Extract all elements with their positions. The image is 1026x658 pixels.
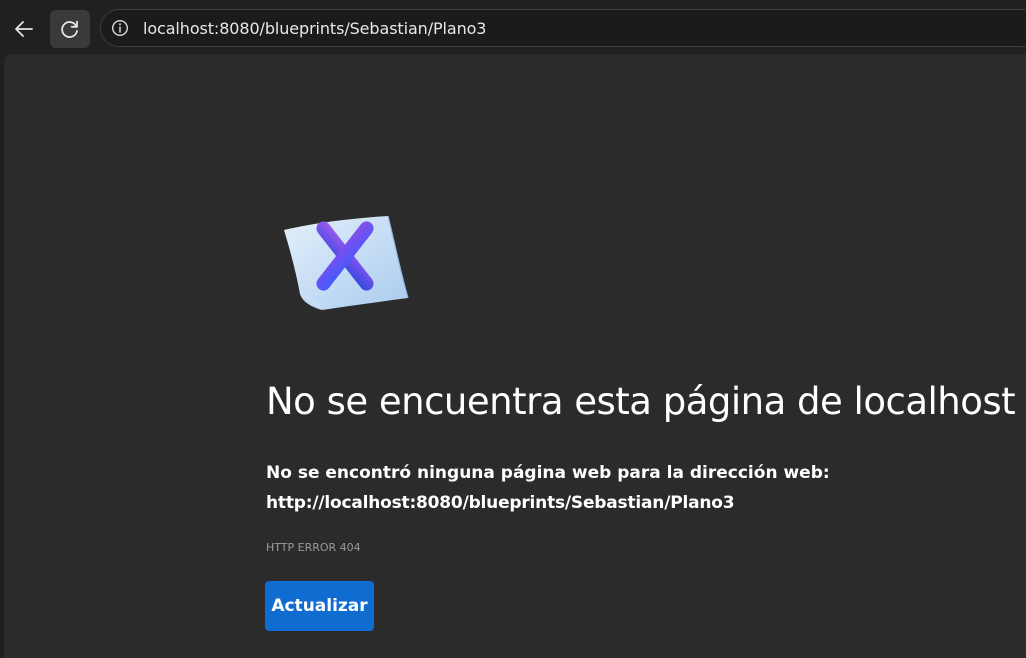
reload-button[interactable] bbox=[50, 10, 90, 48]
browser-toolbar: localhost:8080/blueprints/Sebastian/Plan… bbox=[0, 0, 1026, 56]
page-content bbox=[4, 54, 1026, 658]
back-button[interactable] bbox=[4, 10, 44, 48]
reload-page-button[interactable]: Actualizar bbox=[265, 581, 374, 631]
error-url: http://localhost:8080/blueprints/Sebasti… bbox=[266, 493, 735, 513]
info-icon[interactable] bbox=[111, 19, 129, 37]
error-document-x-icon bbox=[278, 210, 414, 314]
error-code: HTTP ERROR 404 bbox=[266, 541, 361, 554]
url-text[interactable]: localhost:8080/blueprints/Sebastian/Plan… bbox=[143, 19, 486, 38]
error-description: No se encontró ninguna página web para l… bbox=[266, 458, 830, 518]
arrow-left-icon bbox=[15, 21, 33, 37]
address-bar[interactable]: localhost:8080/blueprints/Sebastian/Plan… bbox=[100, 9, 1026, 47]
error-title: No se encuentra esta página de localhost bbox=[266, 380, 1016, 423]
reload-icon bbox=[61, 20, 78, 38]
error-description-text: No se encontró ninguna página web para l… bbox=[266, 463, 830, 483]
